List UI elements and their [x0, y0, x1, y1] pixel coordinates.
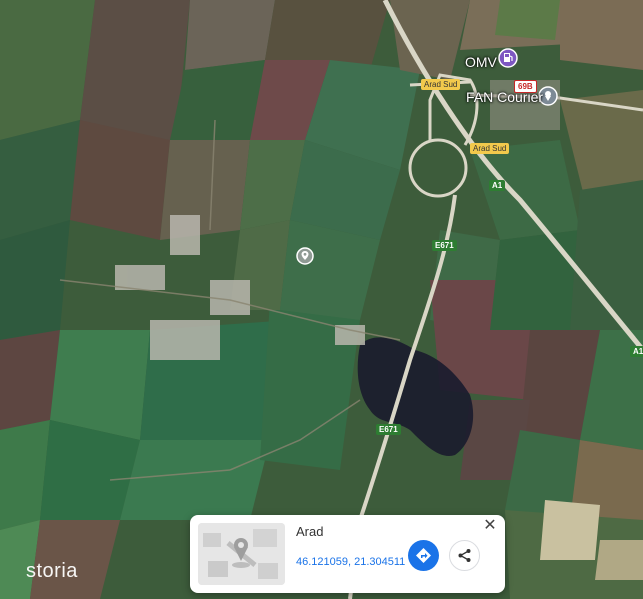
street-view-thumbnail[interactable]: [198, 523, 285, 585]
storia-watermark: storia: [26, 560, 78, 582]
road-label-a1-1: A1: [489, 180, 506, 191]
directions-icon: [416, 548, 431, 563]
poi-label-omv[interactable]: OMV: [465, 54, 497, 70]
fuel-station-icon[interactable]: [498, 48, 518, 73]
close-icon: ✕: [483, 517, 497, 534]
close-button[interactable]: ✕: [481, 517, 499, 535]
location-title: Arad: [296, 524, 324, 539]
road-label-e671-2: E671: [376, 424, 401, 435]
road-label-a1-2: A1: [630, 346, 643, 357]
location-pin-icon[interactable]: [296, 247, 314, 270]
location-coordinates[interactable]: 46.121059, 21.304511: [296, 556, 405, 568]
directions-button[interactable]: [408, 540, 439, 571]
share-button[interactable]: [449, 540, 480, 571]
road-label-arad-sud-2: Arad Sud: [470, 143, 510, 154]
location-info-card: Arad 46.121059, 21.304511 ✕: [190, 515, 505, 593]
road-label-e671-1: E671: [432, 240, 457, 251]
road-label-69b: 69B: [514, 80, 537, 93]
share-icon: [458, 549, 471, 562]
road-label-arad-sud-1: Arad Sud: [421, 79, 461, 90]
